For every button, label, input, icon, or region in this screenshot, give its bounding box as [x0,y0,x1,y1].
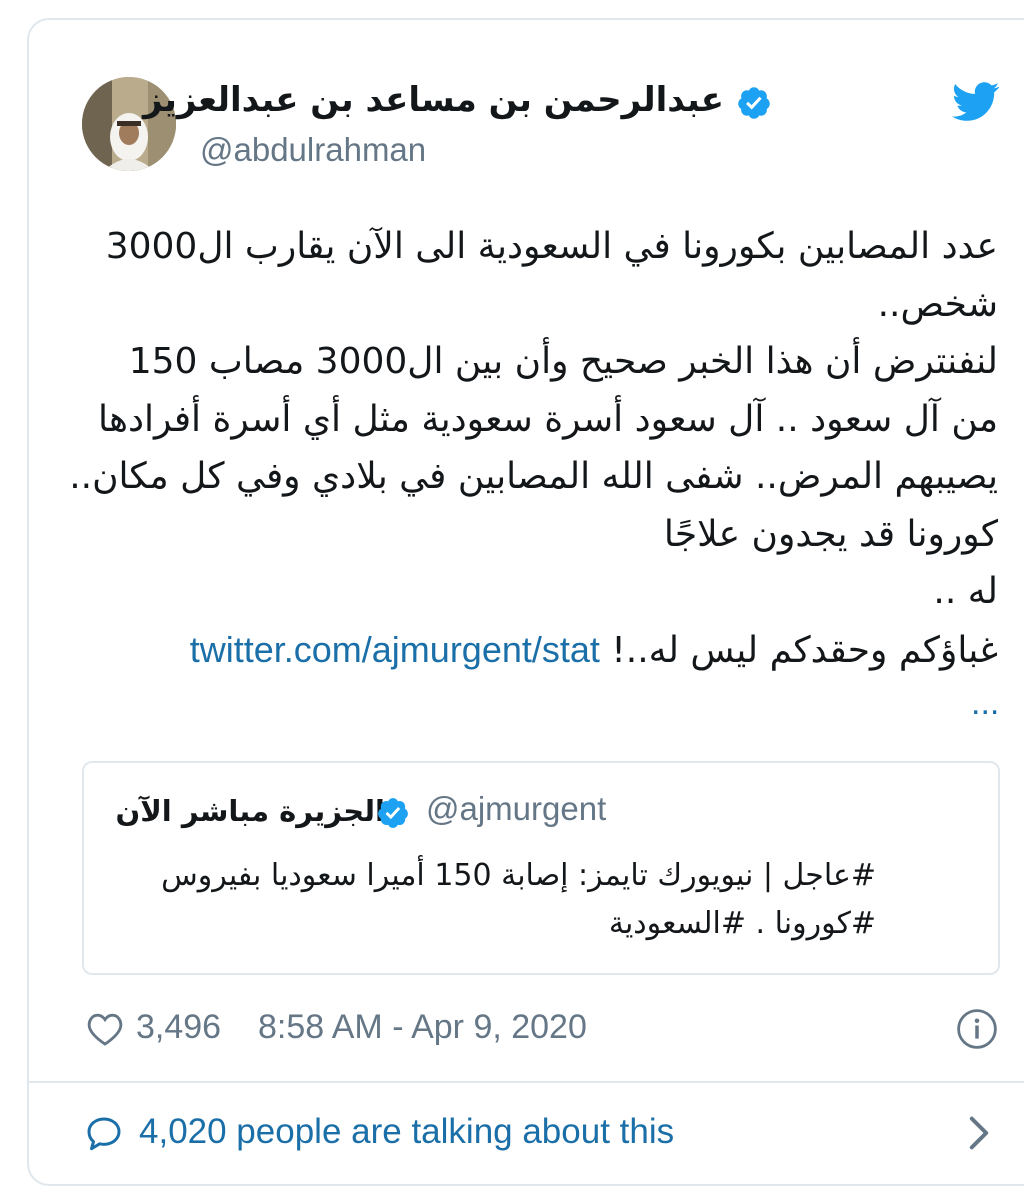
verified-badge-icon [378,798,408,828]
quoted-line: #كورونا . #السعودية [608,906,876,941]
tweet-line: غباؤكم وحقدكم ليس له..! [611,629,998,671]
link-ellipsis[interactable]: ... [971,684,999,723]
info-icon[interactable] [956,1008,998,1050]
tweet-text: عدد المصابين بكورونا في السعودية الى الآ… [68,218,998,679]
tweet-line: له .. [933,571,998,612]
tweet-line: كورونا قد يجدون علاجًا [663,513,998,555]
quoted-author-handle[interactable]: @ajmurgent [426,790,606,828]
divider [29,1081,1024,1083]
tweet-line-last: غباؤكم وحقدكم ليس له..! twitter.com/ajmu… [68,621,998,680]
tweet-link[interactable]: twitter.com/ajmurgent/stat [190,629,600,670]
quoted-author-name[interactable]: الجزيرة مباشر الآن [115,794,385,828]
author-name[interactable]: عبدالرحمن بن مساعد بن عبدالعزيز [143,80,724,120]
verified-badge-icon [738,87,770,119]
heart-icon[interactable] [86,1011,124,1047]
speech-bubble-icon[interactable] [84,1114,124,1154]
author-handle[interactable]: @abdulrahman [200,131,426,169]
conversation-link[interactable]: 4,020 people are talking about this [139,1112,674,1152]
tweet-line: عدد المصابين بكورونا في السعودية الى الآ… [105,226,998,267]
quoted-text: #عاجل | نيويورك تايمز: إصابة 150 أميرا س… [116,852,876,948]
tweet-timestamp[interactable]: 8:58 AM - Apr 9, 2020 [258,1008,587,1047]
tweet-line: شخص.. [877,283,998,325]
quoted-line: #عاجل | نيويورك تايمز: إصابة 150 أميرا س… [161,858,876,893]
tweet-line: يصيبهم المرض.. شفى الله المصابين في بلاد… [69,456,998,497]
tweet-line: من آل سعود .. آل سعود أسرة سعودية مثل أي… [98,398,998,440]
like-count[interactable]: 3,496 [136,1008,221,1047]
tweet-line: لنفنترض أن هذا الخبر صحيح وأن بين ال3000… [128,341,998,382]
chevron-right-icon[interactable] [965,1115,993,1151]
twitter-bird-icon[interactable] [952,82,1000,122]
